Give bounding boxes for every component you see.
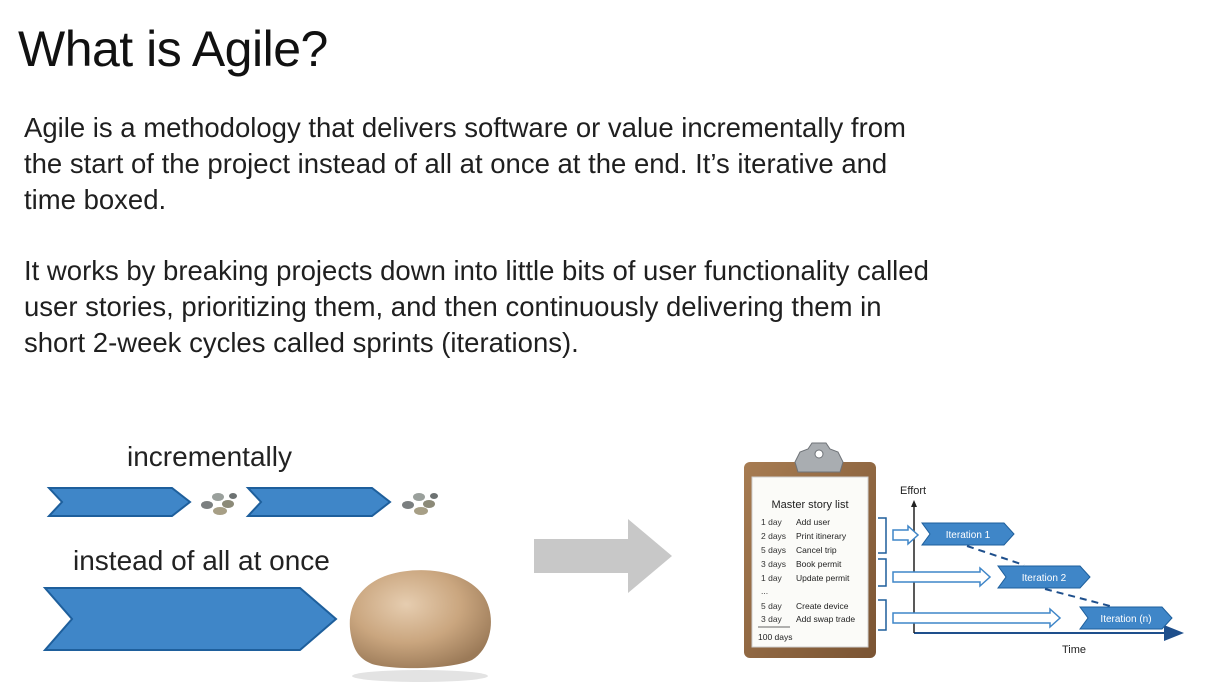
- story-duration: 3 day: [761, 614, 783, 624]
- bracket: [878, 599, 887, 631]
- story-name: Update permit: [796, 573, 850, 583]
- story-duration: ...: [761, 586, 768, 596]
- iteration-label: Iteration (n): [1100, 614, 1151, 625]
- increment-chevron-1: [46, 487, 192, 517]
- story-duration: 2 days: [761, 531, 786, 541]
- story-list-title: Master story list: [771, 499, 848, 511]
- bracket: [878, 558, 887, 587]
- y-axis-label: Effort: [900, 485, 926, 497]
- story-duration: 3 days: [761, 559, 786, 569]
- story-name: Print itinerary: [796, 531, 847, 541]
- pebbles-icon: [402, 493, 438, 515]
- pebbles-icon: [201, 493, 237, 515]
- dashed-connector: [966, 545, 1025, 566]
- story-duration: 5 days: [761, 545, 786, 555]
- boulder-image: [349, 570, 491, 682]
- story-name: Create device: [796, 601, 849, 611]
- hollow-arrow: [892, 566, 992, 588]
- story-duration: 1 day: [761, 573, 783, 583]
- iteration-label: Iteration 2: [1022, 573, 1067, 584]
- illustration-canvas: Master story list 1 day Add user 2 days Prin…: [42, 442, 1184, 682]
- story-name: Book permit: [796, 559, 842, 569]
- story-name: Add user: [796, 517, 830, 527]
- transition-arrow-icon: [534, 519, 672, 593]
- iteration-label: Iteration 1: [946, 530, 991, 541]
- increment-chevron-2: [245, 487, 392, 517]
- story-duration: 5 day: [761, 601, 783, 611]
- x-axis-label: Time: [1062, 644, 1086, 656]
- story-name: Add swap trade: [796, 614, 855, 624]
- story-duration: 1 day: [761, 517, 783, 527]
- story-total: 100 days: [758, 632, 793, 642]
- all-at-once-chevron: [42, 587, 338, 651]
- dashed-connector: [1044, 588, 1111, 607]
- hollow-arrow: [892, 607, 1062, 629]
- story-name: Cancel trip: [796, 545, 837, 555]
- bracket: [878, 517, 887, 554]
